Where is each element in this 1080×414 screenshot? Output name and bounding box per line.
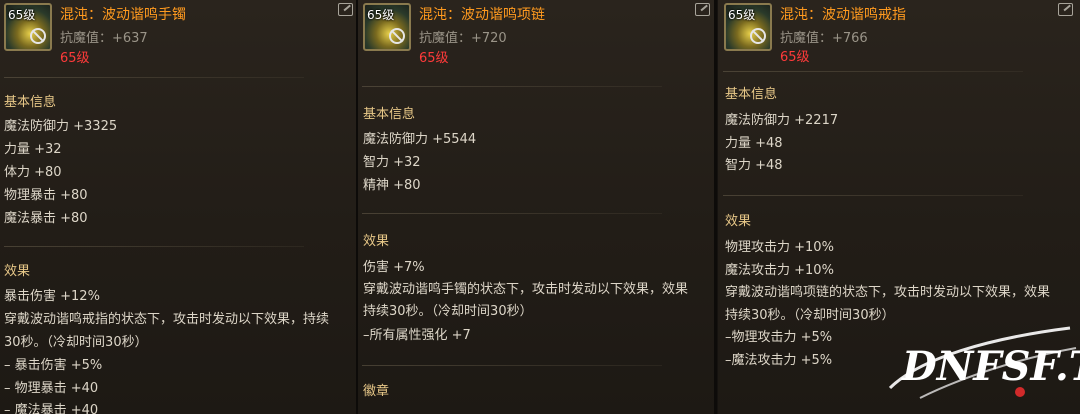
watermark-text: DNFSF.TW — [901, 343, 1080, 390]
required-level: 65级 — [60, 51, 90, 66]
effect-line: 穿戴波动谐鸣戒指的状态下，攻击时发动以下效果，持续 — [4, 312, 330, 327]
no-slot-icon — [30, 28, 46, 44]
stat-line: 智力 +32 — [363, 155, 421, 170]
stat-line: 体力 +80 — [4, 165, 62, 180]
effect-line: 魔法攻击力 +10% — [725, 263, 834, 278]
divider — [4, 77, 304, 78]
effect-line: – 魔法暴击 +40 — [4, 403, 99, 414]
bracelet-icon[interactable]: 65级 — [4, 3, 52, 51]
stat-line: 魔法防御力 +5544 — [363, 132, 477, 147]
effect-line: 持续30秒。（冷却时间30秒） — [363, 304, 533, 319]
section-effect: 效果 — [725, 214, 752, 229]
divider — [362, 365, 662, 366]
resist-value: 抗魔值：+637 — [60, 31, 148, 46]
divider — [4, 246, 304, 247]
resist-value: 抗魔值：+720 — [419, 31, 507, 46]
item-name: 混沌：波动谐鸣戒指 — [780, 7, 906, 23]
stat-line: 魔法暴击 +80 — [4, 211, 88, 226]
stat-line: 魔法防御力 +3325 — [4, 119, 118, 134]
item-tooltip-bracelet: 65级 混沌：波动谐鸣手镯 抗魔值：+637 65级 基本信息 魔法防御力 +3… — [0, 0, 356, 414]
stat-line: 力量 +48 — [725, 136, 783, 151]
necklace-icon[interactable]: 65级 — [363, 3, 411, 51]
ring-icon[interactable]: 65级 — [724, 3, 772, 51]
level-badge: 65级 — [8, 8, 36, 22]
effect-line: 穿戴波动谐鸣项链的状态下，攻击时发动以下效果，效果 — [725, 285, 1051, 300]
watermark-logo: DNFSF.TW — [888, 326, 1080, 399]
effect-line: –所有属性强化 +7 — [363, 328, 471, 343]
effect-line: –魔法攻击力 +5% — [725, 353, 833, 368]
compare-icon[interactable] — [338, 3, 353, 16]
item-tooltip-necklace: 65级 混沌：波动谐鸣项链 抗魔值：+720 65级 基本信息 魔法防御力 +5… — [358, 0, 714, 414]
effect-line: –物理攻击力 +5% — [725, 330, 833, 345]
effect-line: 物理攻击力 +10% — [725, 240, 834, 255]
effect-line: 穿戴波动谐鸣手镯的状态下，攻击时发动以下效果，效果 — [363, 282, 689, 297]
section-effect: 效果 — [363, 234, 390, 249]
no-slot-icon — [750, 28, 766, 44]
stat-line: 物理暴击 +80 — [4, 188, 88, 203]
stat-line: 精神 +80 — [363, 178, 421, 193]
stat-line: 力量 +32 — [4, 142, 62, 157]
item-name: 混沌：波动谐鸣项链 — [419, 7, 545, 23]
effect-line: 持续30秒。（冷却时间30秒） — [725, 308, 895, 323]
level-badge: 65级 — [728, 8, 756, 22]
no-slot-icon — [389, 28, 405, 44]
resist-value: 抗魔值：+766 — [780, 31, 868, 46]
compare-icon[interactable] — [695, 3, 710, 16]
effect-line: – 物理暴击 +40 — [4, 381, 99, 396]
effect-line: 伤害 +7% — [363, 260, 425, 275]
required-level: 65级 — [780, 50, 810, 65]
effect-line: 暴击伤害 +12% — [4, 289, 100, 304]
compare-icon[interactable] — [1058, 3, 1073, 16]
section-basic: 基本信息 — [363, 107, 416, 122]
divider — [723, 195, 1023, 196]
panel-separator — [714, 0, 717, 414]
divider — [362, 86, 662, 87]
divider — [362, 213, 662, 214]
level-badge: 65级 — [367, 8, 395, 22]
stat-line: 魔法防御力 +2217 — [725, 113, 839, 128]
divider — [723, 71, 1023, 72]
required-level: 65级 — [419, 51, 449, 66]
section-effect: 效果 — [4, 264, 31, 279]
item-name: 混沌：波动谐鸣手镯 — [60, 7, 186, 23]
section-emblem: 徽章 — [363, 384, 390, 399]
section-basic: 基本信息 — [4, 95, 57, 110]
stat-line: 智力 +48 — [725, 158, 783, 173]
effect-line: – 暴击伤害 +5% — [4, 358, 103, 373]
tooltip-strip: 65级 混沌：波动谐鸣手镯 抗魔值：+637 65级 基本信息 魔法防御力 +3… — [0, 0, 1080, 414]
section-basic: 基本信息 — [725, 87, 778, 102]
effect-line: 30秒。（冷却时间30秒） — [4, 335, 148, 350]
